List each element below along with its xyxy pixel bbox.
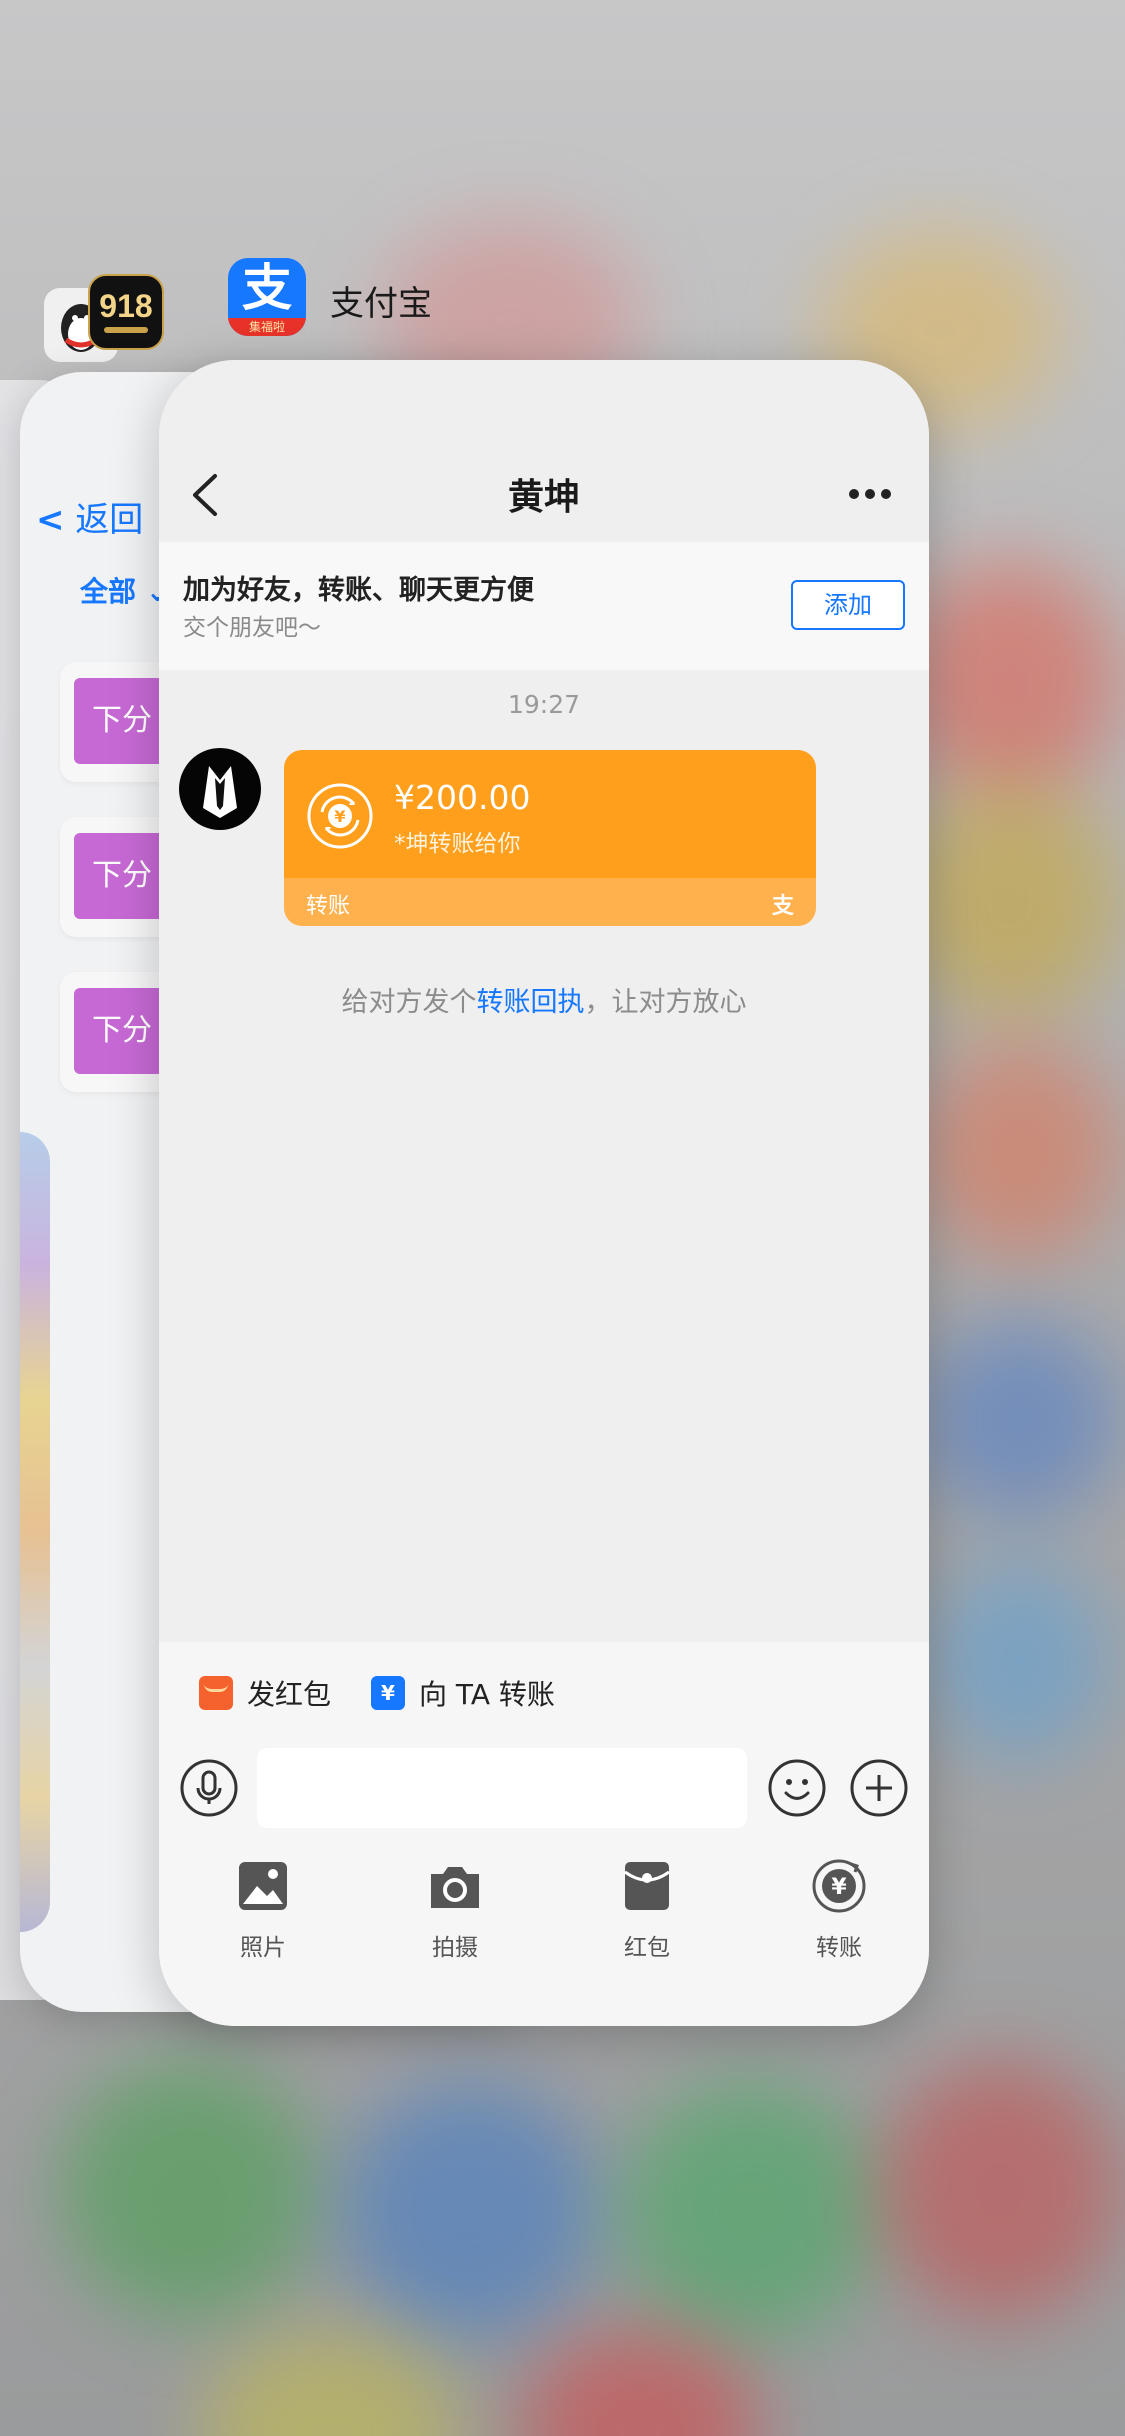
game-app-icon[interactable]: 918 [88, 274, 164, 350]
alipay-icon-char: 支 [242, 259, 292, 317]
microphone-icon[interactable] [179, 1758, 239, 1818]
tool-red-packet[interactable]: 红包 [587, 1858, 707, 1962]
svg-text:¥: ¥ [831, 1875, 847, 1900]
alipay-icon-badge: 集福啦 [228, 318, 306, 336]
alipay-app-label: 支付宝 [330, 284, 432, 324]
chevron-left-icon: < [36, 500, 65, 540]
behind-chip: 下分 [74, 833, 164, 919]
transfer-amount: ¥200.00 [394, 778, 531, 817]
banner-title: 加为好友，转账、聊天更方便 [183, 575, 534, 606]
behind-chip: 下分 [74, 678, 164, 764]
composer-panel: 发红包 ¥ 向 TA 转账 照片 拍摄 红包 ¥ 转账 [159, 1642, 929, 2026]
red-envelope-icon [199, 1676, 233, 1710]
game-app-icon-sub [104, 327, 148, 333]
svg-text:¥: ¥ [334, 807, 345, 826]
emoji-icon[interactable] [767, 1758, 827, 1818]
tool-transfer[interactable]: ¥ 转账 [779, 1858, 899, 1962]
alipay-app-icon[interactable]: 支 集福啦 [228, 258, 306, 336]
avatar[interactable] [179, 748, 261, 830]
tool-camera[interactable]: 拍摄 [395, 1858, 515, 1962]
nav-bar: 黄坤 [159, 360, 929, 542]
blurred-avatar-strip [20, 1132, 50, 1932]
game-app-icon-text: 918 [99, 288, 153, 324]
behind-chip: 下分 [74, 988, 164, 1074]
transfer-card-body: ¥ ¥200.00 *坤转账给你 [284, 750, 816, 878]
photo-icon [239, 1862, 287, 1910]
alipay-logo-icon: 支 [771, 894, 794, 919]
behind-filter-all: 全部 ⌄ [80, 575, 170, 608]
input-row [159, 1742, 929, 1832]
transfer-yuan-circle-icon: ¥ [307, 783, 373, 849]
more-icon[interactable] [847, 486, 893, 502]
transfer-receipt-hint: 给对方发个转账回执，让对方放心 [341, 987, 747, 1018]
add-friend-button[interactable]: 添加 [791, 580, 905, 630]
transfer-icon: ¥ [371, 1676, 405, 1710]
alipay-chat-card[interactable]: 黄坤 加为好友，转账、聊天更方便 交个朋友吧～ 添加 19:27 ¥ ¥200.… [159, 360, 929, 2026]
tuxedo-avatar-icon [203, 766, 237, 818]
red-packet-icon [624, 1862, 670, 1910]
transfer-yuan-icon: ¥ [812, 1859, 866, 1913]
camera-icon [431, 1867, 479, 1908]
chat-title: 黄坤 [507, 477, 580, 518]
add-friend-banner: 加为好友，转账、聊天更方便 交个朋友吧～ 添加 [159, 542, 929, 670]
transfer-card-footer: 转账 支 [284, 878, 816, 926]
send-red-envelope-button[interactable]: 发红包 [199, 1668, 331, 1718]
transfer-to-ta-button[interactable]: ¥ 向 TA 转账 [371, 1668, 555, 1718]
message-input[interactable] [257, 1748, 747, 1828]
tool-photo[interactable]: 照片 [203, 1858, 323, 1962]
banner-subtitle: 交个朋友吧～ [183, 615, 321, 641]
plus-icon[interactable] [849, 1758, 909, 1818]
transfer-message-card[interactable]: ¥ ¥200.00 *坤转账给你 转账 支 [284, 750, 816, 926]
behind-back-link: < 返回 [36, 500, 144, 540]
transfer-label: 转账 [306, 894, 351, 919]
transfer-receipt-link[interactable]: 转账回执 [477, 987, 585, 1018]
message-timestamp: 19:27 [507, 690, 581, 719]
transfer-note: *坤转账给你 [394, 831, 521, 857]
